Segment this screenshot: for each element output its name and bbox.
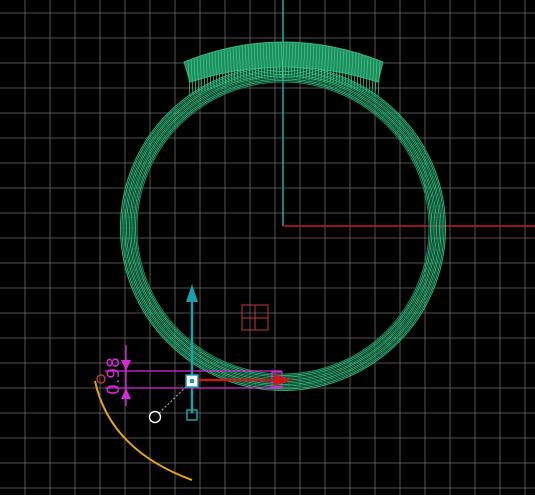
cad-viewport[interactable]: 0.98 — [0, 0, 535, 495]
viewport-canvas[interactable]: 0.98 — [0, 0, 535, 495]
snap-marker — [241, 304, 269, 331]
circle-node-icon[interactable] — [148, 410, 162, 424]
square-pivot-icon[interactable] — [185, 374, 199, 388]
dimension-value-label: 0.98 — [104, 357, 124, 395]
